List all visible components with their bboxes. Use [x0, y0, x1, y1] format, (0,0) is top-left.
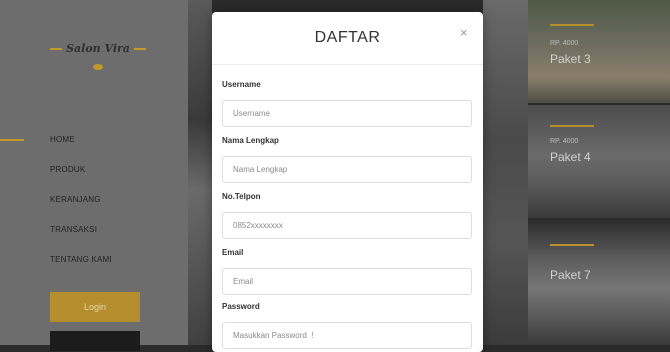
email-field	[222, 268, 472, 295]
price-bar	[550, 24, 594, 26]
username-input[interactable]	[223, 101, 471, 126]
package-title: Paket 4	[550, 150, 591, 164]
secondary-button[interactable]	[50, 331, 140, 351]
price-bar	[550, 244, 594, 246]
fullname-input[interactable]	[223, 157, 471, 182]
phone-label: No.Telpon	[222, 192, 261, 201]
package-price: RP. 4000	[550, 138, 579, 145]
package-title: Paket 7	[550, 268, 591, 282]
fullname-field	[222, 156, 472, 183]
phone-field	[222, 212, 472, 239]
phone-input[interactable]	[223, 213, 471, 238]
price-bar	[550, 125, 594, 127]
background-photo-middle	[483, 0, 528, 345]
nav-item-home[interactable]: HOME	[50, 132, 112, 162]
sidebar: Salon Vira HOME PRODUK KERANJANG TRANSAK…	[0, 0, 188, 351]
nav-item-produk[interactable]: PRODUK	[50, 162, 112, 192]
package-card[interactable]: Paket 7	[528, 220, 670, 345]
brand-line-left	[50, 47, 63, 50]
brand-ornament-icon	[93, 64, 103, 70]
register-modal: DAFTAR × Username Nama Lengkap No.Telpon…	[212, 12, 483, 352]
package-card[interactable]: RP. 4000 Paket 4	[528, 105, 670, 218]
active-nav-indicator	[0, 139, 24, 141]
email-label: Email	[222, 248, 244, 257]
sidebar-nav: HOME PRODUK KERANJANG TRANSAKSI TENTANG …	[50, 132, 112, 282]
fullname-label: Nama Lengkap	[222, 136, 279, 145]
brand-line-right	[133, 47, 146, 50]
package-card[interactable]: RP. 4000 Paket 3	[528, 0, 670, 103]
package-price: RP. 4000	[550, 40, 579, 47]
modal-title: DAFTAR	[314, 29, 381, 46]
login-button[interactable]: Login	[50, 292, 140, 322]
package-title: Paket 3	[550, 52, 591, 66]
nav-item-keranjang[interactable]: KERANJANG	[50, 192, 112, 222]
brand-name: Salon Vira	[66, 42, 130, 56]
modal-divider	[212, 64, 483, 65]
nav-item-transaksi[interactable]: TRANSAKSI	[50, 222, 112, 252]
nav-item-tentang-kami[interactable]: TENTANG KAMI	[50, 252, 112, 282]
password-label: Password	[222, 302, 260, 311]
password-input[interactable]	[223, 323, 471, 348]
username-field	[222, 100, 472, 127]
email-input[interactable]	[223, 269, 471, 294]
username-label: Username	[222, 80, 261, 89]
close-icon[interactable]: ×	[460, 26, 468, 40]
background-photo-left	[188, 0, 212, 345]
brand-logo[interactable]: Salon Vira	[38, 40, 158, 70]
